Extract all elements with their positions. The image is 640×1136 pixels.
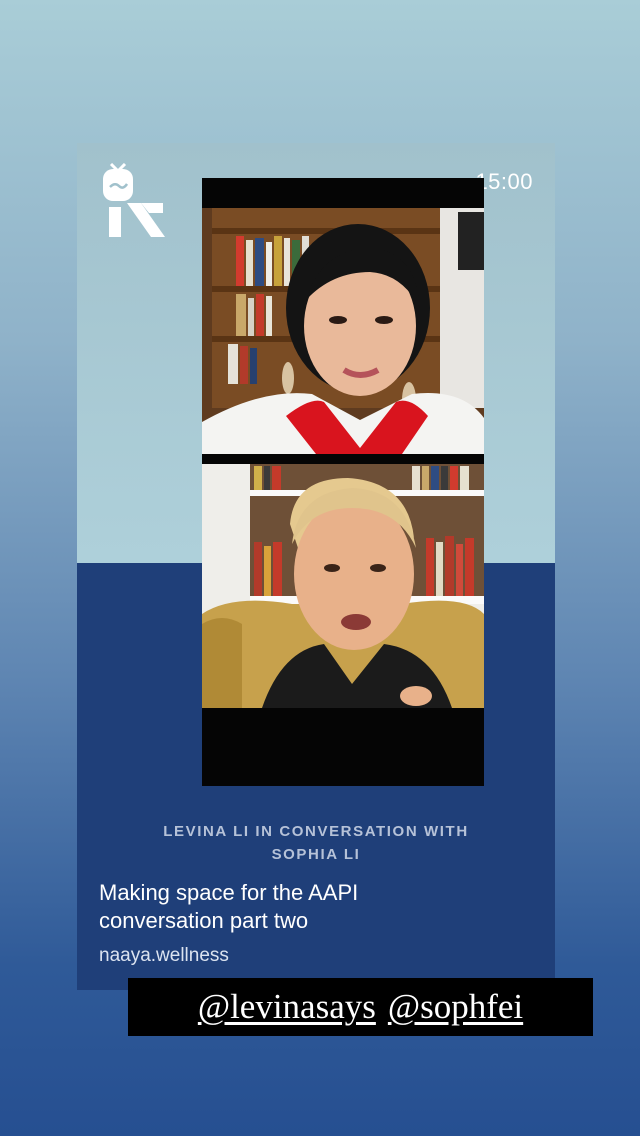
igtv-logo-icon	[103, 163, 165, 237]
participant-1-image	[202, 208, 484, 454]
mention-levinasays[interactable]: @levinasays	[198, 987, 376, 1027]
video-participant-2	[202, 464, 484, 708]
timestamp: 15:00	[475, 169, 533, 194]
post-card[interactable]: 15:00 LEVINA LI IN CONVERSATION WITH SOP…	[77, 143, 555, 990]
caption-kicker: LEVINA LI IN CONVERSATION WITH SOPHIA LI	[77, 820, 555, 866]
account-handle[interactable]: naaya.wellness	[99, 945, 229, 967]
video-title-line1: Making space for the AAPI	[99, 880, 359, 905]
mention-sophfei[interactable]: @sophfei	[388, 987, 523, 1027]
video-title[interactable]: Making space for the AAPI conversation p…	[99, 879, 519, 935]
caption-kicker-line2: SOPHIA LI	[271, 846, 361, 863]
participant-2-image	[202, 464, 484, 708]
mention-sticker: @levinasays @sophfei	[128, 978, 593, 1036]
caption-kicker-line1: LEVINA LI IN CONVERSATION WITH	[163, 823, 469, 840]
video-title-line2: conversation part two	[99, 908, 309, 933]
video-frame[interactable]	[202, 178, 484, 786]
video-participant-1	[202, 208, 484, 454]
